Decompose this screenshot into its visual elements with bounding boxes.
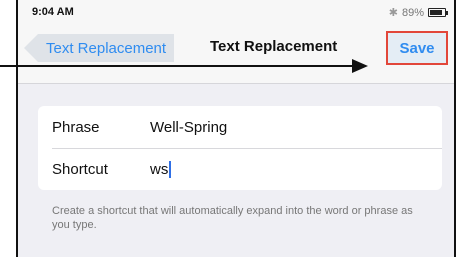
save-button-label: Save: [399, 39, 435, 57]
battery-percent: 89%: [401, 6, 424, 19]
bluetooth-icon: ✱: [388, 7, 398, 19]
battery-nub: [446, 11, 448, 15]
status-indicators: ✱ 89%: [388, 6, 448, 19]
phrase-field[interactable]: Well-Spring: [150, 119, 227, 136]
shortcut-field[interactable]: ws: [150, 160, 172, 178]
shortcut-row[interactable]: Shortcut ws: [38, 148, 442, 190]
phrase-row[interactable]: Phrase Well-Spring: [38, 106, 442, 148]
back-button-label: Text Replacement: [46, 39, 167, 57]
battery-fill: [430, 10, 443, 15]
footer-note: Create a shortcut that will automaticall…: [52, 205, 413, 231]
navigation-bar: 9:04 AM ✱ 89% Text Replacement Text Repl…: [18, 0, 454, 84]
text-cursor: [169, 160, 172, 178]
shortcut-value: ws: [150, 160, 169, 178]
save-button[interactable]: Save: [386, 31, 448, 65]
shortcut-label: Shortcut: [52, 160, 108, 178]
back-button[interactable]: Text Replacement: [24, 34, 175, 62]
status-bar: 9:04 AM ✱ 89%: [18, 0, 454, 26]
text-replacement-form: Phrase Well-Spring Shortcut ws: [38, 106, 442, 190]
phrase-label: Phrase: [52, 118, 100, 136]
phone-screen: 9:04 AM ✱ 89% Text Replacement Text Repl…: [16, 0, 456, 257]
page-title: Text Replacement: [210, 38, 338, 55]
status-time: 9:04 AM: [32, 6, 74, 18]
battery-icon: [428, 8, 448, 17]
